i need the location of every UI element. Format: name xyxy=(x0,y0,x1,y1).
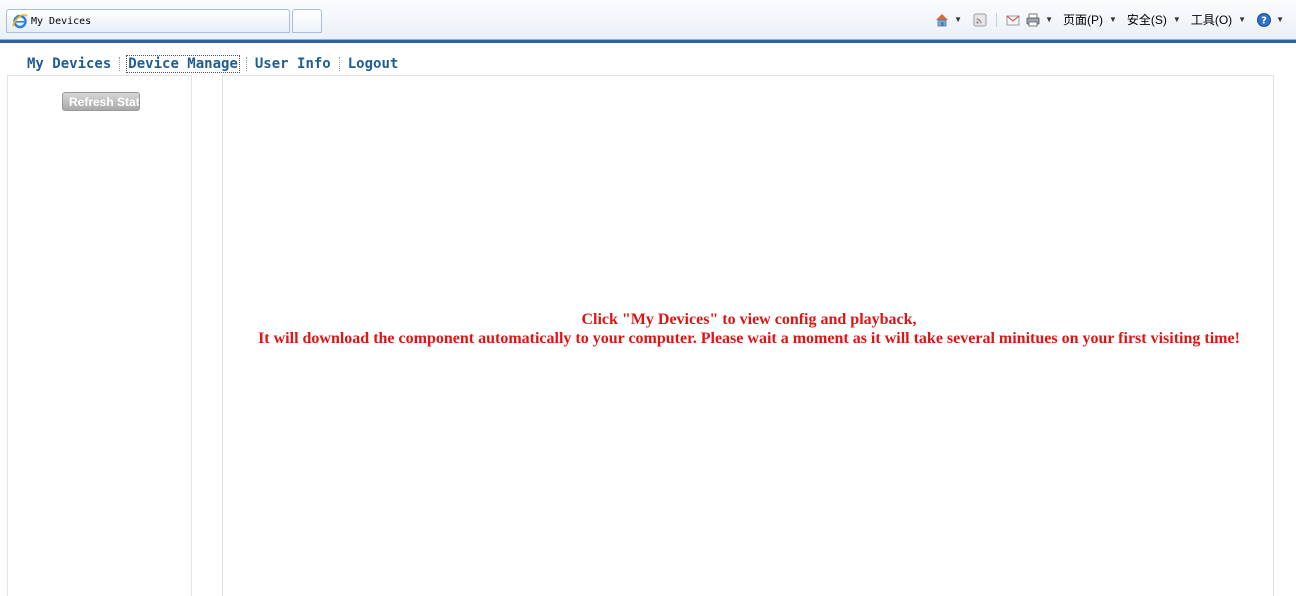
svg-text:?: ? xyxy=(1261,15,1267,26)
nav-divider xyxy=(119,57,121,71)
refresh-status-button[interactable]: Refresh Stat xyxy=(62,92,140,111)
feed-icon[interactable] xyxy=(972,12,988,28)
nav-divider xyxy=(338,57,340,71)
safety-menu[interactable]: 安全(S) xyxy=(1127,11,1167,28)
chevron-down-icon[interactable]: ▼ xyxy=(1173,15,1181,24)
chevron-down-icon[interactable]: ▼ xyxy=(954,15,962,24)
tools-menu[interactable]: 工具(O) xyxy=(1191,11,1232,28)
mail-icon[interactable] xyxy=(1005,12,1021,28)
chevron-down-icon[interactable]: ▼ xyxy=(1045,15,1053,24)
site-nav: My Devices Device Manage User Info Logou… xyxy=(25,55,400,73)
nav-item-device-manage[interactable]: Device Manage xyxy=(126,55,240,73)
info-message-line-2: It will download the component automatic… xyxy=(258,330,1240,347)
browser-command-bar: My Devices ▼ ▼ 页面(P) ▼ 安全(S) ▼ 工具(O) ▼ ?… xyxy=(0,0,1296,43)
command-toolbar: ▼ ▼ 页面(P) ▼ 安全(S) ▼ 工具(O) ▼ ? ▼ xyxy=(934,11,1290,28)
chevron-down-icon[interactable]: ▼ xyxy=(1109,15,1117,24)
new-tab-button[interactable] xyxy=(292,9,322,33)
info-message: Click "My Devices" to view config and pl… xyxy=(227,310,1271,348)
help-icon[interactable]: ? xyxy=(1256,12,1272,28)
ie-logo-icon xyxy=(12,13,28,29)
tab-title: My Devices xyxy=(31,15,92,27)
chevron-down-icon[interactable]: ▼ xyxy=(1276,15,1284,24)
device-sidebar: Refresh Stat xyxy=(7,75,192,596)
page-menu[interactable]: 页面(P) xyxy=(1063,11,1103,28)
toolbar-divider xyxy=(0,39,1296,43)
info-message-line-1: Click "My Devices" to view config and pl… xyxy=(581,311,917,328)
main-content: Click "My Devices" to view config and pl… xyxy=(222,75,1274,596)
toolbar-divider xyxy=(996,12,998,27)
nav-divider xyxy=(245,57,247,71)
print-icon[interactable] xyxy=(1025,12,1041,28)
chevron-down-icon[interactable]: ▼ xyxy=(1238,15,1246,24)
nav-item-user-info[interactable]: User Info xyxy=(253,56,333,72)
nav-item-logout[interactable]: Logout xyxy=(346,56,401,72)
home-icon[interactable] xyxy=(934,12,950,28)
browser-tab[interactable]: My Devices xyxy=(6,9,290,33)
nav-item-my-devices[interactable]: My Devices xyxy=(25,56,113,72)
